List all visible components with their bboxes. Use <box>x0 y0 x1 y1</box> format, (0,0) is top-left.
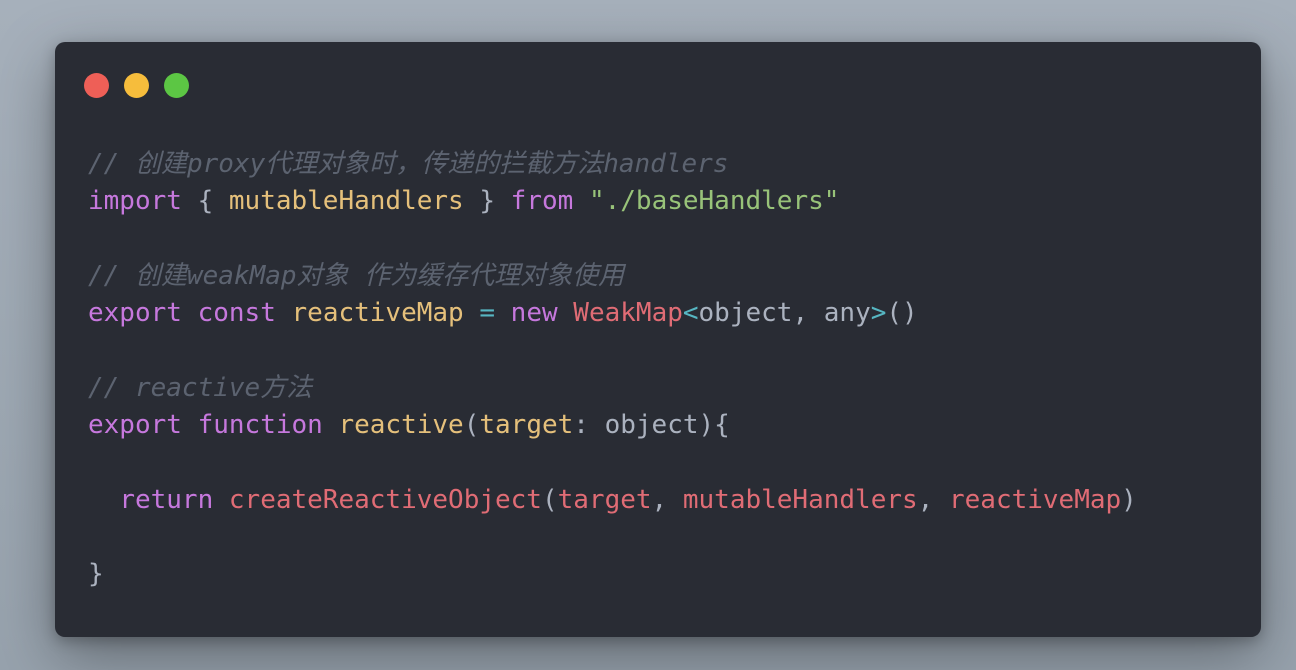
code-token-keyword: import <box>88 186 182 217</box>
code-token-punc: ) <box>1121 484 1137 515</box>
code-token-comment: // 创建proxy代理对象时，传递的拦截方法handlers <box>88 149 729 179</box>
code-token-keyword: const <box>197 298 276 329</box>
code-token-punc: { <box>181 186 229 217</box>
code-token-var: mutableHandlers <box>228 186 464 217</box>
code-window: // 创建proxy代理对象时，传递的拦截方法handlers import { … <box>55 42 1261 637</box>
code-token-red: createReactiveObject <box>228 484 542 515</box>
code-token-punc: () <box>886 298 918 329</box>
code-token-punc: ( <box>541 484 558 515</box>
code-token-keyword: return <box>119 484 214 515</box>
code-token-keyword: export <box>88 298 182 329</box>
code-line: export const reactiveMap = new WeakMap<o… <box>88 295 1137 332</box>
code-line: // 创建proxy代理对象时，传递的拦截方法handlers <box>88 146 1137 183</box>
code-token-keyword: function <box>197 410 323 441</box>
code-token-red: reactiveMap <box>948 484 1122 515</box>
code-token-type: object, any <box>698 298 871 329</box>
maximize-window-icon[interactable] <box>164 73 189 98</box>
code-line: // 创建weakMap对象 作为缓存代理对象使用 <box>88 258 1137 295</box>
code-line: import { mutableHandlers } from "./baseH… <box>88 183 1137 220</box>
code-token-punc <box>213 485 229 515</box>
code-token-punc <box>323 410 339 440</box>
code-token-punc <box>558 298 574 328</box>
code-token-op: = <box>479 298 496 329</box>
code-token-punc: ( <box>463 410 480 441</box>
code-token-keyword: export <box>88 410 182 441</box>
code-token-punc <box>276 298 292 328</box>
code-line: export function reactive(target: object)… <box>88 407 1137 444</box>
code-token-comment: // 创建weakMap对象 作为缓存代理对象使用 <box>88 260 625 291</box>
code-token-punc <box>573 186 589 216</box>
code-token-punc: , <box>917 484 949 515</box>
code-token-punc <box>495 298 511 328</box>
code-token-punc: , <box>651 484 683 515</box>
close-window-icon[interactable] <box>84 73 109 98</box>
code-token-red: WeakMap <box>573 298 683 329</box>
code-token-op: < <box>682 298 699 329</box>
minimize-window-icon[interactable] <box>124 73 149 98</box>
code-token-punc <box>182 410 198 440</box>
code-token-red: target <box>557 484 652 515</box>
code-token-punc <box>88 485 119 515</box>
code-token-string: "./baseHandlers" <box>588 186 840 217</box>
code-token-red: mutableHandlers <box>682 484 918 515</box>
code-token-punc <box>464 298 480 328</box>
code-token-var: reactiveMap <box>291 298 464 329</box>
code-token-punc: } <box>88 559 104 590</box>
code-line: return createReactiveObject(target, muta… <box>88 482 1137 519</box>
code-line: } <box>88 556 1137 593</box>
code-token-punc <box>182 298 198 328</box>
code-token-keyword: from <box>510 186 574 217</box>
code-block: // 创建proxy代理对象时，传递的拦截方法handlers import { … <box>88 146 1137 594</box>
code-token-func: reactive <box>338 410 464 441</box>
code-token-comment: // reactive方法 <box>88 372 313 403</box>
code-token-var: target <box>479 410 574 441</box>
code-line: // reactive方法 <box>88 370 1137 407</box>
code-token-keyword: new <box>510 298 558 329</box>
code-token-punc: : object){ <box>573 410 730 441</box>
code-token-op: > <box>870 298 887 329</box>
code-token-punc: } <box>463 186 511 217</box>
